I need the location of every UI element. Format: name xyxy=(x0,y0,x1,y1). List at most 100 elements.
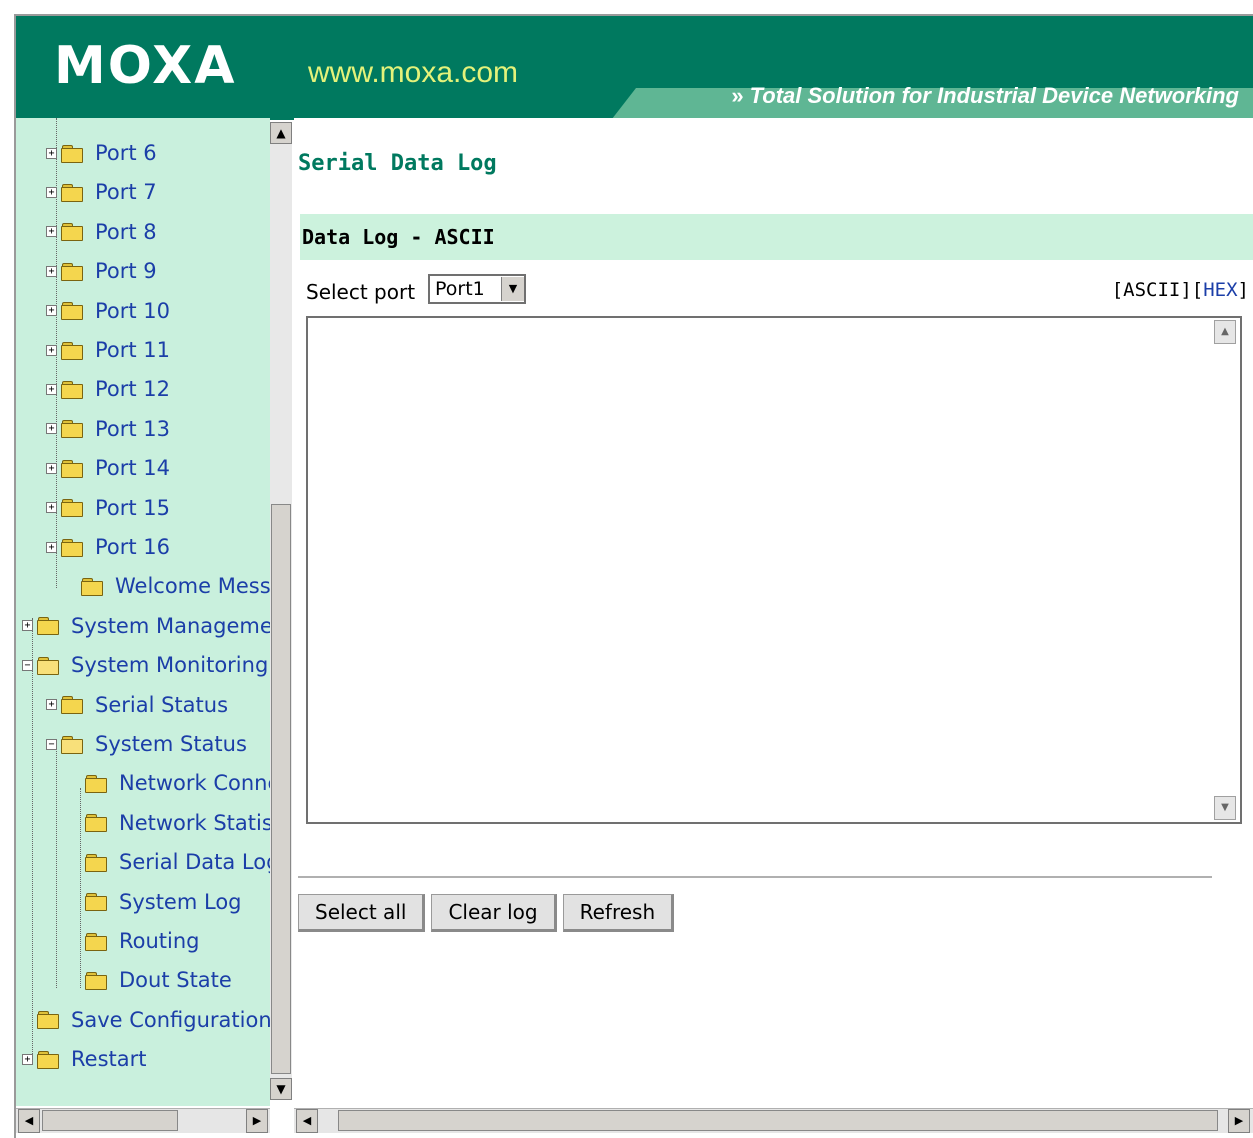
tree-item[interactable]: + Port 11 xyxy=(46,335,170,365)
tree-item-label[interactable]: Save Configuration xyxy=(71,1005,270,1035)
folder-open-icon xyxy=(37,656,59,675)
chevron-down-icon[interactable]: ▼ xyxy=(501,277,524,301)
ascii-mode-label: [ASCII] xyxy=(1111,279,1192,301)
scroll-up-button[interactable]: ▲ xyxy=(270,122,292,144)
section-header: Data Log - ASCII xyxy=(300,214,1253,260)
tree-item[interactable]: + Port 14 xyxy=(46,453,170,483)
expand-icon[interactable]: + xyxy=(46,226,57,238)
log-mode-links: [ASCII][HEX] xyxy=(1112,276,1249,304)
main-scroll-right-button[interactable]: ▶ xyxy=(1228,1109,1250,1133)
tree-item-label[interactable]: System Log xyxy=(119,887,242,917)
tree-item[interactable]: + Port 8 xyxy=(46,217,157,247)
sidebar-vertical-scrollbar[interactable]: ▲ ▼ xyxy=(270,122,292,1100)
expand-icon[interactable]: + xyxy=(46,186,57,198)
tree-item[interactable]: Save Configuration xyxy=(22,1005,270,1035)
tree-item-label[interactable]: Network Conne xyxy=(119,768,270,798)
hex-mode-link[interactable]: HEX xyxy=(1203,279,1237,301)
tree-item-label[interactable]: System Status xyxy=(95,729,247,759)
select-all-button[interactable]: Select all xyxy=(298,894,426,932)
expand-icon[interactable]: + xyxy=(46,305,57,317)
tree-item[interactable]: Serial Data Log xyxy=(70,847,270,877)
tree-item[interactable]: Network Conne xyxy=(70,768,270,798)
tree-item[interactable]: − System Monitoring xyxy=(22,650,268,680)
tree-item-label[interactable]: Port 7 xyxy=(95,177,157,207)
main-scroll-left-button[interactable]: ◀ xyxy=(296,1109,318,1133)
tree-item[interactable]: + Port 7 xyxy=(46,177,157,207)
hex-bracket-open: [ xyxy=(1191,279,1204,301)
tree-item-label[interactable]: Port 16 xyxy=(95,532,170,562)
tree-item-label[interactable]: System Monitoring xyxy=(71,650,268,680)
expand-icon[interactable]: + xyxy=(22,620,33,632)
expand-icon[interactable]: + xyxy=(46,502,57,514)
double-chevron-icon: » xyxy=(731,83,744,108)
tree-item[interactable]: + System Managemer xyxy=(22,611,270,641)
expand-icon[interactable]: + xyxy=(46,462,57,474)
tree-item[interactable]: + Port 10 xyxy=(46,296,170,326)
expand-icon[interactable]: + xyxy=(46,147,57,159)
tree-item[interactable]: Welcome Messag xyxy=(66,571,270,601)
tree-item-label[interactable]: Port 8 xyxy=(95,217,157,247)
tree-item-label[interactable]: Serial Data Log xyxy=(119,847,270,877)
tree-item[interactable]: + Port 13 xyxy=(46,414,170,444)
log-scroll-up-button[interactable]: ▲ xyxy=(1214,320,1236,344)
tree-item-label[interactable]: Serial Status xyxy=(95,690,228,720)
collapse-icon[interactable]: − xyxy=(46,738,57,750)
clear-log-button[interactable]: Clear log xyxy=(431,894,557,932)
folder-open-icon xyxy=(61,735,83,754)
tree-item-label[interactable]: Restart xyxy=(71,1044,146,1074)
scrollbar-thumb[interactable] xyxy=(271,504,291,1074)
tree-item-label[interactable]: Port 12 xyxy=(95,374,170,404)
sidebar-scroll-right-button[interactable]: ▶ xyxy=(246,1109,268,1133)
tree-item-label[interactable]: Dout State xyxy=(119,965,232,995)
tree-item[interactable]: System Log xyxy=(70,887,242,917)
tree-item-label[interactable]: Network Statis xyxy=(119,808,270,838)
main-horizontal-scrollbar[interactable]: ◀ ▶ xyxy=(294,1108,1253,1133)
refresh-button[interactable]: Refresh xyxy=(562,894,675,932)
log-scrollbar[interactable]: ▲ ▼ xyxy=(1214,320,1238,820)
sidebar-horizontal-scrollbar[interactable]: ◀ ▶ xyxy=(16,1108,270,1133)
folder-icon xyxy=(61,538,83,557)
tree-item[interactable]: − System Status xyxy=(46,729,247,759)
tree-item[interactable]: Routing xyxy=(70,926,200,956)
tree-item[interactable]: Network Statis xyxy=(70,808,270,838)
tree-item[interactable]: + Port 9 xyxy=(46,256,157,286)
navigation-tree: + Port 6 + Port 7 + Port 8 + Port 9 + Port 10 + Por… xyxy=(16,118,270,1106)
tree-item-label[interactable]: Port 10 xyxy=(95,296,170,326)
expand-icon[interactable]: + xyxy=(46,265,57,277)
tree-item-label[interactable]: Port 15 xyxy=(95,493,170,523)
tree-item[interactable]: + Port 16 xyxy=(46,532,170,562)
folder-icon xyxy=(85,893,107,912)
expand-icon[interactable]: + xyxy=(46,699,57,711)
tree-item-label[interactable]: Port 9 xyxy=(95,256,157,286)
main-hscroll-thumb[interactable] xyxy=(338,1110,1218,1131)
expand-icon[interactable]: + xyxy=(46,383,57,395)
sidebar-hscroll-thumb[interactable] xyxy=(42,1110,178,1131)
tree-item-label[interactable]: Port 14 xyxy=(95,453,170,483)
tree-item-label[interactable]: Routing xyxy=(119,926,200,956)
expand-icon[interactable]: + xyxy=(22,1053,33,1065)
folder-icon xyxy=(37,617,59,636)
tree-item-label[interactable]: Port 13 xyxy=(95,414,170,444)
scroll-down-button[interactable]: ▼ xyxy=(270,1078,292,1100)
expand-icon[interactable]: + xyxy=(46,423,57,435)
expand-icon[interactable]: + xyxy=(46,344,57,356)
tree-item[interactable]: + Port 12 xyxy=(46,374,170,404)
port-select[interactable]: Port1 ▼ xyxy=(428,274,526,304)
tree-item-label[interactable]: Port 11 xyxy=(95,335,170,365)
log-scroll-down-button[interactable]: ▼ xyxy=(1214,796,1236,820)
folder-icon xyxy=(85,814,107,833)
collapse-icon[interactable]: − xyxy=(22,659,33,671)
tree-item[interactable]: + Port 6 xyxy=(46,138,157,168)
expand-icon[interactable]: + xyxy=(46,541,57,553)
sidebar-scroll-left-button[interactable]: ◀ xyxy=(18,1109,40,1133)
tree-item[interactable]: + Restart xyxy=(22,1044,146,1074)
tree-item-label[interactable]: System Managemer xyxy=(71,611,270,641)
tree-item[interactable]: + Serial Status xyxy=(46,690,228,720)
tree-item[interactable]: + Port 15 xyxy=(46,493,170,523)
log-textarea[interactable]: ▲ ▼ xyxy=(306,316,1242,824)
tree-item-label[interactable]: Port 6 xyxy=(95,138,157,168)
tree-item[interactable]: Dout State xyxy=(70,965,232,995)
tree-item-label[interactable]: Welcome Messag xyxy=(115,571,270,601)
